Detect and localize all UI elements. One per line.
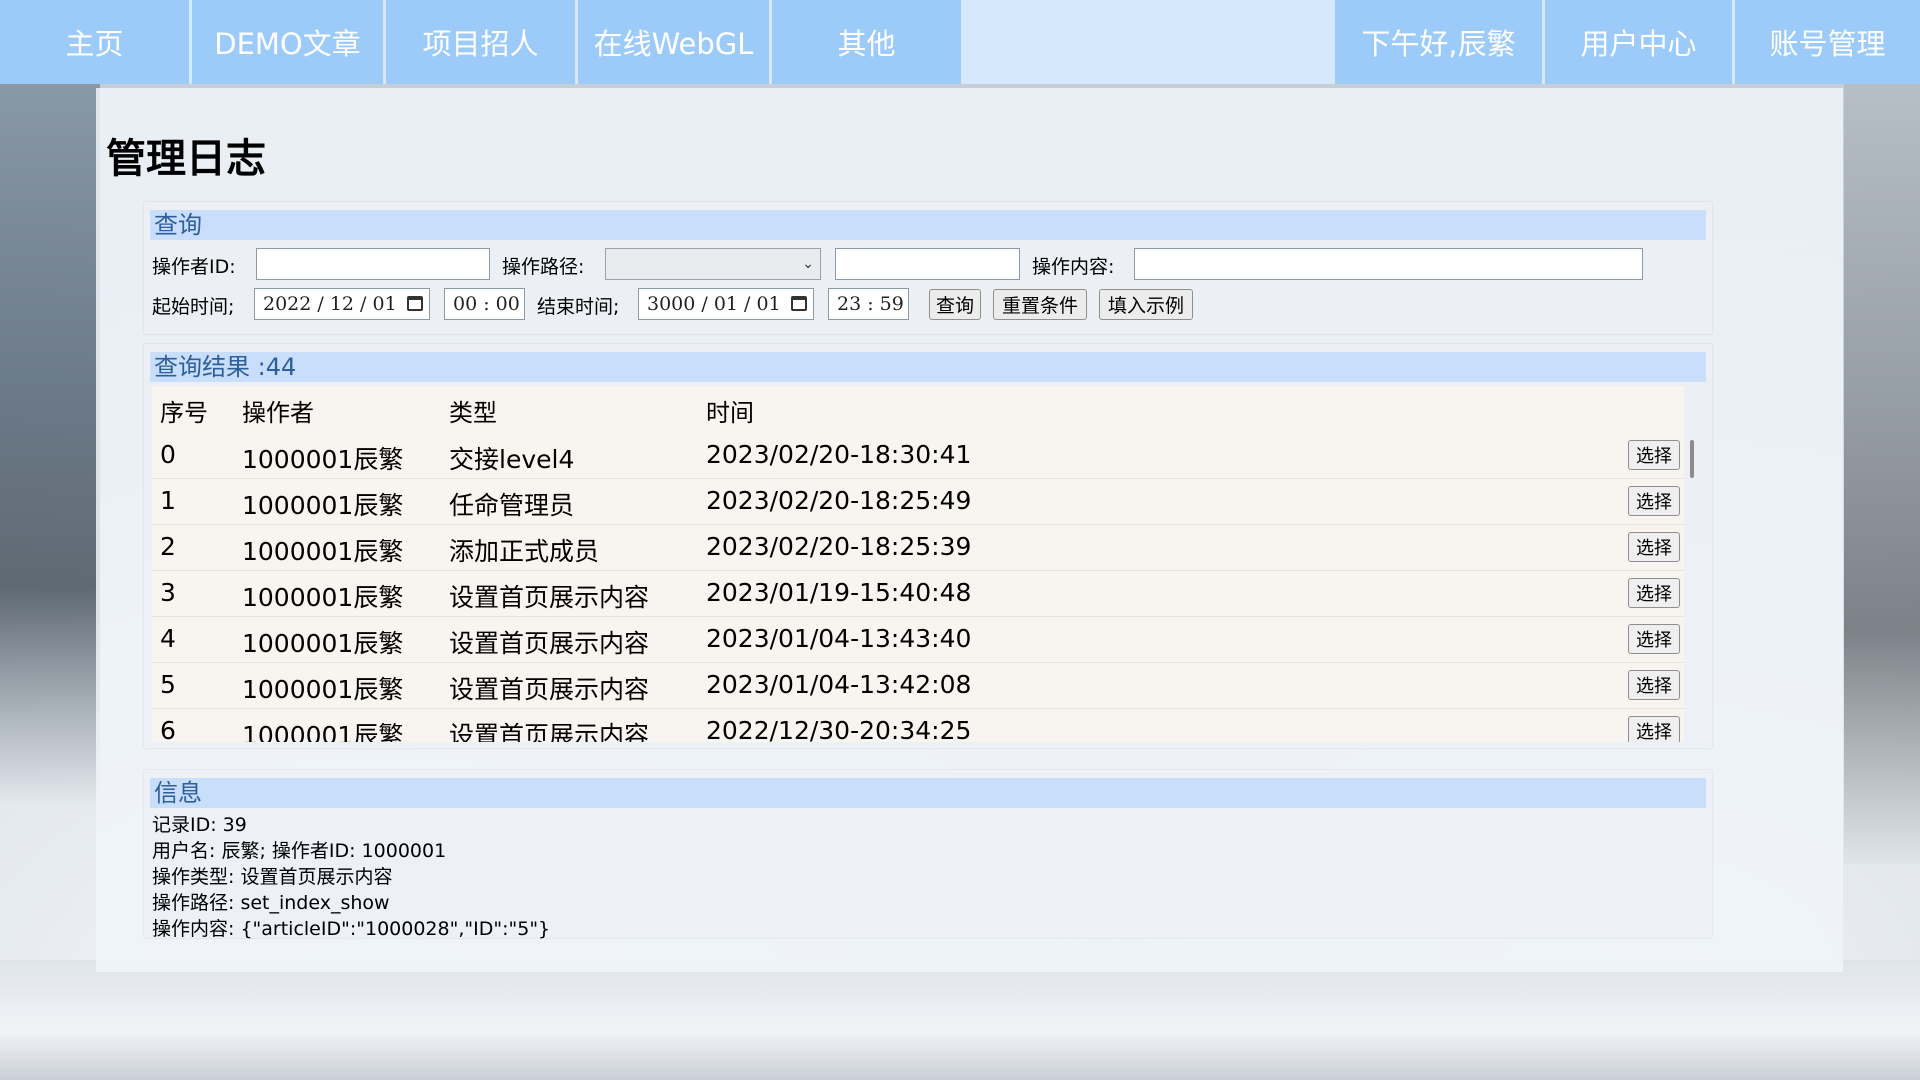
select-button[interactable]: 选择 — [1628, 578, 1680, 608]
nav-account-management[interactable]: 账号管理 — [1735, 0, 1920, 84]
info-section: 信息 记录ID: 39 用户名: 辰繁; 操作者ID: 1000001 操作类型… — [144, 770, 1712, 940]
operator-id-input[interactable] — [256, 248, 490, 280]
row-time: 2023/02/20-18:30:41 — [706, 440, 972, 469]
row-time: 2023/02/20-18:25:39 — [706, 532, 972, 561]
table-row: 5 1000001辰繁 设置首页展示内容 2023/01/04-13:42:08… — [152, 662, 1684, 709]
query-section: 查询 操作者ID: 操作路径: ⌄ 操作内容: 起始时间; 2022 / 12 … — [144, 202, 1712, 334]
info-path: 操作路径: set_index_show — [152, 892, 390, 914]
reset-button[interactable]: 重置条件 — [993, 289, 1087, 320]
info-record-id: 记录ID: 39 — [152, 814, 247, 836]
nav-recruit[interactable]: 项目招人 — [386, 0, 575, 84]
start-date-value: 2022 / 12 / 01 — [263, 293, 397, 315]
row-time: 2023/02/20-18:25:49 — [706, 486, 972, 515]
row-operator: 1000001辰繁 — [242, 445, 404, 474]
row-index: 1 — [160, 486, 176, 515]
info-section-title: 信息 — [150, 778, 1706, 808]
nav-user-center[interactable]: 用户中心 — [1545, 0, 1732, 84]
info-user: 用户名: 辰繁; 操作者ID: 1000001 — [152, 840, 447, 862]
select-button[interactable]: 选择 — [1628, 624, 1680, 654]
table-header: 序号 操作者 类型 时间 — [152, 386, 1684, 428]
end-date-value: 3000 / 01 / 01 — [647, 293, 781, 315]
nav-home[interactable]: 主页 — [0, 0, 189, 84]
content-label: 操作内容: — [1032, 256, 1115, 278]
end-time-label: 结束时间; — [537, 296, 620, 318]
row-index: 5 — [160, 670, 176, 699]
table-scrollbar[interactable] — [1690, 440, 1694, 478]
results-section: 查询结果 :44 序号 操作者 类型 时间 0 1000001辰繁 交接leve… — [144, 344, 1712, 748]
table-row: 3 1000001辰繁 设置首页展示内容 2023/01/19-15:40:48… — [152, 570, 1684, 617]
end-date-input[interactable]: 3000 / 01 / 01 — [638, 288, 814, 320]
select-button[interactable]: 选择 — [1628, 670, 1680, 700]
row-time: 2023/01/19-15:40:48 — [706, 578, 972, 607]
row-type: 设置首页展示内容 — [449, 583, 650, 612]
path-select[interactable]: ⌄ — [605, 248, 821, 280]
row-operator: 1000001辰繁 — [242, 583, 404, 612]
nav-demo-articles[interactable]: DEMO文章 — [192, 0, 383, 84]
col-type: 类型 — [449, 399, 497, 427]
row-operator: 1000001辰繁 — [242, 675, 404, 704]
page-title: 管理日志 — [106, 136, 266, 182]
row-time: 2023/01/04-13:43:40 — [706, 624, 972, 653]
start-time-label: 起始时间; — [152, 296, 235, 318]
row-operator: 1000001辰繁 — [242, 721, 404, 742]
row-index: 6 — [160, 716, 176, 742]
table-row: 6 1000001辰繁 设置首页展示内容 2022/12/30-20:34:25… — [152, 708, 1684, 742]
row-type: 交接level4 — [449, 445, 575, 474]
info-content: 操作内容: {"articleID":"1000028","ID":"5"} — [152, 918, 551, 940]
select-button[interactable]: 选择 — [1628, 532, 1680, 562]
path-text-input[interactable] — [835, 248, 1020, 280]
col-index: 序号 — [160, 399, 208, 427]
main-panel: 管理日志 查询 操作者ID: 操作路径: ⌄ 操作内容: 起始时间; 2022 … — [96, 88, 1843, 972]
select-button[interactable]: 选择 — [1628, 716, 1680, 742]
row-operator: 1000001辰繁 — [242, 629, 404, 658]
row-type: 任命管理员 — [449, 491, 575, 520]
content-input[interactable] — [1134, 248, 1643, 280]
start-time-input[interactable]: 00 : 00 — [444, 288, 525, 320]
row-type: 添加正式成员 — [449, 537, 600, 566]
nav-other[interactable]: 其他 — [772, 0, 961, 84]
row-time: 2023/01/04-13:42:08 — [706, 670, 972, 699]
fill-example-button[interactable]: 填入示例 — [1099, 289, 1193, 320]
nav-greeting[interactable]: 下午好,辰繁 — [1335, 0, 1542, 84]
top-nav: 主页 DEMO文章 项目招人 在线WebGL 其他 下午好,辰繁 用户中心 账号… — [0, 0, 1920, 84]
calendar-icon[interactable] — [407, 296, 423, 311]
row-time: 2022/12/30-20:34:25 — [706, 716, 972, 742]
background-scenery-left — [0, 84, 100, 804]
background-snow — [0, 960, 1920, 1080]
row-operator: 1000001辰繁 — [242, 537, 404, 566]
background-scenery-right — [1844, 84, 1920, 864]
select-button[interactable]: 选择 — [1628, 486, 1680, 516]
query-section-title: 查询 — [150, 210, 1706, 240]
search-button[interactable]: 查询 — [929, 289, 981, 320]
row-index: 0 — [160, 440, 176, 469]
results-section-title: 查询结果 :44 — [150, 352, 1706, 382]
col-time: 时间 — [706, 399, 754, 427]
operator-id-label: 操作者ID: — [152, 256, 236, 278]
info-type: 操作类型: 设置首页展示内容 — [152, 866, 393, 888]
row-type: 设置首页展示内容 — [449, 721, 650, 742]
row-type: 设置首页展示内容 — [449, 629, 650, 658]
path-label: 操作路径: — [502, 256, 585, 278]
table-row: 4 1000001辰繁 设置首页展示内容 2023/01/04-13:43:40… — [152, 616, 1684, 663]
row-type: 设置首页展示内容 — [449, 675, 650, 704]
row-operator: 1000001辰繁 — [242, 491, 404, 520]
select-button[interactable]: 选择 — [1628, 440, 1680, 470]
chevron-down-icon: ⌄ — [802, 256, 814, 272]
results-table: 序号 操作者 类型 时间 0 1000001辰繁 交接level4 2023/0… — [152, 386, 1684, 742]
row-index: 4 — [160, 624, 176, 653]
col-operator: 操作者 — [242, 399, 314, 427]
row-index: 2 — [160, 532, 176, 561]
table-row: 1 1000001辰繁 任命管理员 2023/02/20-18:25:49 选择 — [152, 478, 1684, 525]
end-time-input[interactable]: 23 : 59 — [828, 288, 909, 320]
table-row: 0 1000001辰繁 交接level4 2023/02/20-18:30:41… — [152, 432, 1684, 479]
table-row: 2 1000001辰繁 添加正式成员 2023/02/20-18:25:39 选… — [152, 524, 1684, 571]
start-date-input[interactable]: 2022 / 12 / 01 — [254, 288, 430, 320]
nav-webgl[interactable]: 在线WebGL — [578, 0, 769, 84]
calendar-icon[interactable] — [791, 296, 807, 311]
row-index: 3 — [160, 578, 176, 607]
